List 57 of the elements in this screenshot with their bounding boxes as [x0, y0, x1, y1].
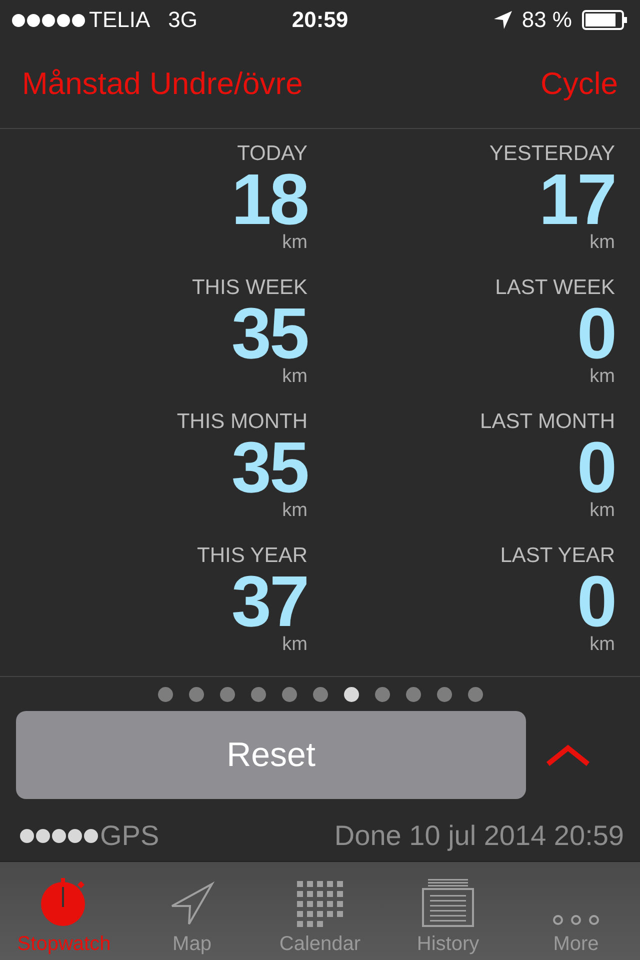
chevron-up-icon[interactable]	[546, 744, 590, 766]
distance-value: 0	[576, 569, 615, 635]
battery-percent: 83 %	[522, 7, 572, 33]
period-label: LAST MONTH	[480, 409, 615, 435]
tab-item[interactable]: More	[512, 862, 640, 960]
distance-value: 18	[231, 167, 308, 233]
unit-label: km	[590, 233, 615, 253]
period-label: THIS MONTH	[176, 409, 308, 435]
distance-value: 17	[538, 167, 615, 233]
page-dot[interactable]	[220, 687, 234, 702]
page-dot[interactable]	[374, 687, 390, 702]
distance-value: 0	[576, 301, 615, 367]
tab-item[interactable]: Stopwatch	[0, 862, 128, 960]
signal-icon	[12, 14, 85, 26]
navigation-arrow-icon	[169, 881, 215, 927]
location-arrow-icon	[494, 11, 512, 29]
page-dot[interactable]	[250, 687, 266, 702]
page-dot[interactable]	[468, 687, 482, 702]
distance-value: 37	[231, 569, 308, 635]
unit-label: km	[282, 233, 308, 253]
period-label: THIS WEEK	[192, 275, 308, 301]
tab-item[interactable]: Calendar	[256, 862, 384, 960]
done-timestamp: Done 10 jul 2014 20:59	[334, 820, 624, 852]
distance-value: 0	[576, 435, 615, 501]
gps-label: GPS	[100, 820, 160, 852]
unit-label: km	[282, 501, 308, 521]
gps-signal-icon	[20, 829, 98, 843]
tab-item[interactable]: Map	[128, 862, 256, 960]
page-dot[interactable]	[406, 687, 420, 702]
period-label: LAST WEEK	[495, 275, 615, 301]
calendar-grid-icon	[297, 881, 343, 927]
more-icon	[551, 913, 601, 927]
page-dot[interactable]	[312, 687, 328, 702]
unit-label: km	[590, 367, 615, 387]
document-list-icon	[422, 879, 474, 927]
unit-label: km	[590, 501, 615, 521]
period-label: THIS YEAR	[197, 543, 308, 569]
page-dot[interactable]	[282, 687, 296, 702]
unit-label: km	[282, 635, 308, 655]
carrier-name: TELIA	[89, 7, 150, 33]
page-dot[interactable]	[188, 687, 204, 702]
battery-icon	[582, 10, 628, 30]
tab-item[interactable]: History	[384, 862, 512, 960]
reset-button[interactable]: Reset	[16, 711, 526, 799]
page-dot[interactable]	[158, 687, 172, 702]
activity-type[interactable]: Cycle	[540, 66, 618, 102]
distance-value: 35	[231, 435, 308, 501]
unit-label: km	[590, 635, 615, 655]
page-dot[interactable]	[436, 687, 452, 702]
network-type: 3G	[168, 7, 198, 33]
period-label: YESTERDAY	[489, 141, 615, 167]
distance-value: 35	[231, 301, 308, 367]
period-label: TODAY	[237, 141, 308, 167]
location-title[interactable]: Månstad Undre/övre	[22, 66, 303, 102]
period-label: LAST YEAR	[500, 543, 615, 569]
unit-label: km	[282, 367, 308, 387]
status-time: 20:59	[292, 7, 348, 32]
